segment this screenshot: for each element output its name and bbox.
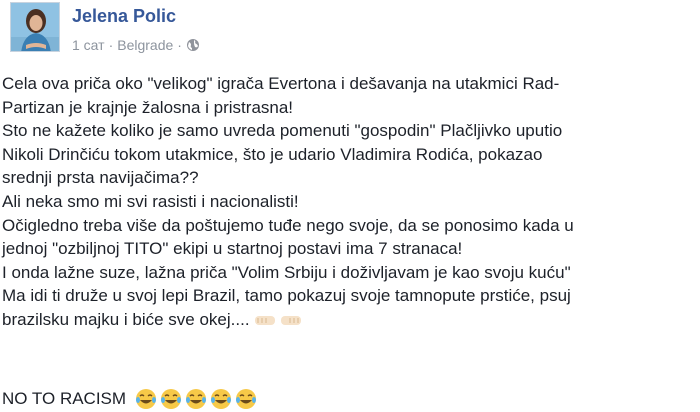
post-line: Partizan je krajnje žalosna i pristrasna… <box>2 97 294 117</box>
post-line: Ali neka smo mi svi rasisti i nacionalis… <box>2 191 299 211</box>
tears-of-joy-emoji-icon <box>211 389 232 409</box>
author-name[interactable]: Jelena Polic <box>72 6 176 27</box>
post-line: I onda lažne suze, lažna priča "Volim Sr… <box>2 262 571 282</box>
post-body: Cela ova priča oko "velikog" igrača Ever… <box>2 72 692 332</box>
post-location[interactable]: Belgrade <box>117 37 173 53</box>
post-line: Ma idi ti druže u svoj lepi Brazil, tamo… <box>2 286 571 306</box>
profile-photo-icon <box>11 3 59 51</box>
post-last-line: brazilsku majku i biće sve okej.... <box>2 308 692 332</box>
tears-of-joy-emoji-icon <box>236 389 257 409</box>
post-meta: 1 сат · Belgrade · <box>72 37 200 53</box>
tears-of-joy-emoji-icon <box>136 389 157 409</box>
author-avatar[interactable] <box>10 2 60 52</box>
fist-bump-emoji-icon <box>280 315 301 325</box>
post-line: Očigledno treba više da poštujemo tuđe n… <box>2 215 574 235</box>
tears-of-joy-emoji-icon <box>186 389 207 409</box>
post-line: Nikoli Drinčiću tokom utakmice, što je u… <box>2 144 543 164</box>
post-line: brazilsku majku i biće sve okej.... <box>2 309 250 329</box>
post-line: srednji prsta navijačima?? <box>2 168 199 188</box>
footer-text: NO TO RACISM <box>2 389 127 408</box>
meta-separator-2: · <box>177 37 182 53</box>
globe-icon[interactable] <box>186 38 200 52</box>
fist-bump-emoji-icon <box>254 315 275 325</box>
meta-separator: · <box>108 37 114 53</box>
facebook-post: Jelena Polic 1 сат · Belgrade · Cela ova… <box>0 0 700 412</box>
post-line: Cela ova priča oko "velikog" igrača Ever… <box>2 74 560 93</box>
post-footer: NO TO RACISM <box>2 388 257 410</box>
post-line: jednoj "ozbiljnoj TITO" ekipi u startnoj… <box>2 239 463 259</box>
post-time[interactable]: 1 сат <box>72 37 105 53</box>
tears-of-joy-emoji-icon <box>161 389 182 409</box>
post-line: Sto ne kažete koliko je samo uvreda pome… <box>2 121 563 141</box>
post-header: Jelena Polic 1 сат · Belgrade · <box>10 2 690 60</box>
